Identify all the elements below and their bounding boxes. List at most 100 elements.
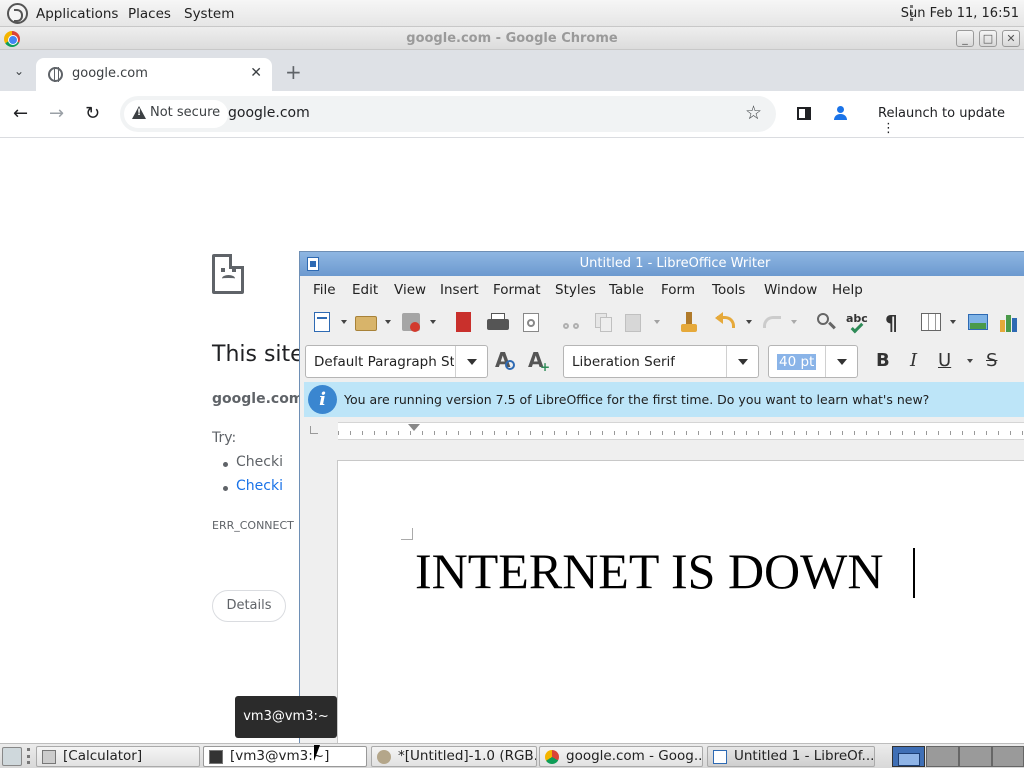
chrome-icon <box>4 31 20 47</box>
workspace-2[interactable] <box>926 746 959 767</box>
side-panel-icon[interactable] <box>797 107 811 120</box>
applications-menu[interactable]: Applications <box>36 6 118 22</box>
insert-chart-icon[interactable] <box>997 310 1021 334</box>
menu-styles[interactable]: Styles <box>555 282 596 298</box>
paragraph-style-box[interactable]: Default Paragraph Sty <box>305 345 488 378</box>
horizontal-ruler[interactable] <box>338 422 1024 440</box>
cut-icon[interactable] <box>559 310 583 334</box>
clock[interactable]: Sun Feb 11, 16:51 <box>901 6 1019 21</box>
menu-help[interactable]: Help <box>832 282 863 298</box>
redo-dropdown-icon[interactable] <box>791 320 797 324</box>
task-writer[interactable]: Untitled 1 - LibreOf... <box>707 746 875 767</box>
tab-google[interactable]: google.com ✕ <box>36 58 272 91</box>
menu-table[interactable]: Table <box>609 282 644 298</box>
new-dropdown-icon[interactable] <box>341 320 347 324</box>
strikethrough-button[interactable]: S <box>986 350 997 371</box>
workspace-3[interactable] <box>959 746 992 767</box>
reload-icon[interactable]: ↻ <box>85 103 100 124</box>
system-menu[interactable]: System <box>184 6 234 22</box>
document-page[interactable] <box>337 460 1024 745</box>
save-dropdown-icon[interactable] <box>430 320 436 324</box>
info-icon: i <box>308 385 337 414</box>
gimp-icon <box>377 750 391 764</box>
open-folder-icon[interactable] <box>354 310 378 334</box>
undo-icon[interactable] <box>714 310 738 334</box>
underline-dropdown-icon[interactable] <box>967 359 973 363</box>
task-terminal[interactable]: [vm3@vm3:~] <box>203 746 367 767</box>
error-code: ERR_CONNECT <box>212 519 294 532</box>
menu-tools[interactable]: Tools <box>712 282 745 298</box>
find-replace-icon[interactable] <box>814 310 838 334</box>
details-button[interactable]: Details <box>212 590 286 622</box>
profile-icon[interactable] <box>833 106 848 121</box>
print-preview-icon[interactable] <box>519 310 543 334</box>
writer-window: Untitled 1 - LibreOffice Writer File Edi… <box>299 251 1024 746</box>
underline-button[interactable]: U <box>938 350 951 371</box>
security-chip[interactable]: Not secure <box>124 100 229 128</box>
paragraph-style-dropdown-icon[interactable] <box>455 346 487 377</box>
print-icon[interactable] <box>486 310 510 334</box>
save-icon[interactable] <box>400 310 424 334</box>
globe-icon <box>48 67 63 82</box>
update-style-icon[interactable]: A <box>493 348 517 372</box>
new-style-icon[interactable]: A + <box>526 348 550 374</box>
italic-button[interactable]: I <box>910 350 917 371</box>
menu-view[interactable]: View <box>394 282 426 298</box>
chrome-titlebar[interactable]: google.com - Google Chrome _ □ ✕ <box>0 27 1024 50</box>
open-dropdown-icon[interactable] <box>385 320 391 324</box>
tab-title: google.com <box>72 66 148 81</box>
url-text[interactable]: google.com <box>228 105 310 121</box>
export-pdf-icon[interactable] <box>452 310 476 334</box>
menu-edit[interactable]: Edit <box>352 282 378 298</box>
formatting-marks-icon[interactable]: ¶ <box>880 310 904 335</box>
tab-search-chevron-icon[interactable]: ⌄ <box>14 64 24 78</box>
insert-table-icon[interactable] <box>919 310 943 334</box>
document-text[interactable]: INTERNET IS DOWN <box>415 542 883 600</box>
paste-dropdown-icon[interactable] <box>654 320 660 324</box>
tab-stop-selector[interactable] <box>310 426 318 434</box>
undo-dropdown-icon[interactable] <box>746 320 752 324</box>
maximize-button[interactable]: □ <box>979 30 997 47</box>
close-window-button[interactable]: ✕ <box>1002 30 1020 47</box>
spellcheck-icon[interactable]: abc <box>846 310 870 334</box>
indent-marker[interactable] <box>408 424 420 438</box>
new-document-icon[interactable] <box>311 310 335 334</box>
workspace-1[interactable] <box>892 746 925 767</box>
font-size-box[interactable]: 40 pt <box>768 345 858 378</box>
distro-logo-icon[interactable] <box>7 3 28 24</box>
menu-insert[interactable]: Insert <box>440 282 479 298</box>
menu-file[interactable]: File <box>313 282 336 298</box>
omnibox[interactable]: Not secure google.com <box>120 96 776 132</box>
font-size-dropdown-icon[interactable] <box>825 346 857 377</box>
paragraph-style-value: Default Paragraph Sty <box>314 354 454 370</box>
writer-titlebar[interactable]: Untitled 1 - LibreOffice Writer <box>300 252 1024 276</box>
task-calculator[interactable]: [Calculator] <box>36 746 200 767</box>
relaunch-button[interactable]: Relaunch to update ⋮ <box>868 101 1024 136</box>
menu-window[interactable]: Window <box>764 282 817 298</box>
places-menu[interactable]: Places <box>128 6 171 22</box>
back-arrow-icon[interactable]: ← <box>13 103 28 124</box>
task-gimp[interactable]: *[Untitled]-1.0 (RGB... <box>371 746 537 767</box>
font-name-dropdown-icon[interactable] <box>726 346 758 377</box>
copy-icon[interactable] <box>591 310 615 334</box>
infobar-message: You are running version 7.5 of LibreOffi… <box>344 392 930 407</box>
workspace-4[interactable] <box>992 746 1024 767</box>
minimize-button[interactable]: _ <box>956 30 974 47</box>
bookmark-star-icon[interactable]: ☆ <box>745 102 762 124</box>
bold-button[interactable]: B <box>876 350 890 371</box>
forward-arrow-icon[interactable]: → <box>49 103 64 124</box>
table-dropdown-icon[interactable] <box>950 320 956 324</box>
task-chrome[interactable]: google.com - Goog... <box>539 746 703 767</box>
tab-close-icon[interactable]: ✕ <box>250 65 262 81</box>
new-tab-button[interactable]: + <box>285 60 302 84</box>
insert-image-icon[interactable] <box>966 310 990 334</box>
error-suggestion-link[interactable]: Checki <box>223 478 283 494</box>
paste-icon[interactable] <box>622 310 646 334</box>
show-desktop-icon[interactable] <box>2 747 22 766</box>
taskbar-tooltip: vm3@vm3:~ <box>235 696 337 738</box>
clone-formatting-icon[interactable] <box>677 310 701 334</box>
menu-format[interactable]: Format <box>493 282 541 298</box>
font-name-box[interactable]: Liberation Serif <box>563 345 759 378</box>
menu-form[interactable]: Form <box>661 282 695 298</box>
redo-icon[interactable] <box>760 310 784 334</box>
